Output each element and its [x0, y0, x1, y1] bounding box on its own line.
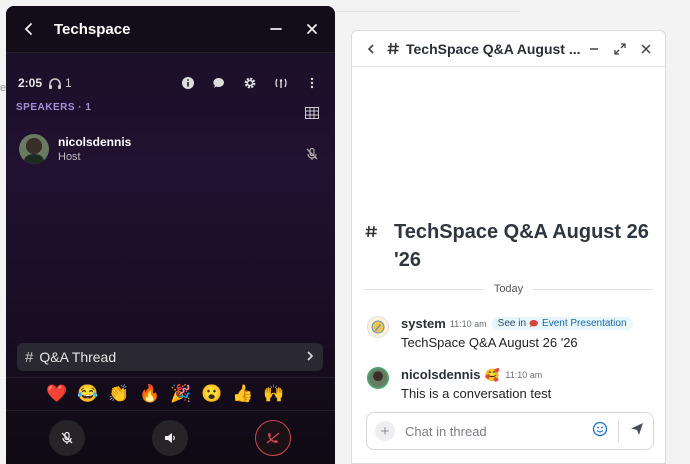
close-icon[interactable]	[633, 36, 659, 62]
qa-thread-button[interactable]: # Q&A Thread	[17, 343, 323, 371]
broadcast-icon[interactable]	[270, 72, 292, 94]
thread-panel: TechSpace Q&A August ... TechSpace Q&A A…	[351, 30, 666, 464]
thread-composer: + Chat in thread	[366, 412, 654, 450]
space-title: Techspace	[54, 20, 131, 38]
see-in-badge[interactable]: See in Event Presentation	[491, 317, 633, 330]
chat-icon[interactable]	[208, 72, 230, 94]
volume-icon	[165, 433, 175, 443]
mute-mic-button[interactable]	[49, 420, 85, 456]
chat-bubble-icon	[529, 319, 538, 327]
back-icon[interactable]	[358, 36, 384, 62]
thread-intro: TechSpace Q&A August 26 '26	[365, 218, 664, 274]
settings-gear-icon[interactable]	[239, 72, 261, 94]
muted-mic-icon	[61, 431, 73, 444]
message-item: system 11:10 am See in Event Presentatio…	[367, 316, 633, 350]
add-attachment-button[interactable]: +	[375, 421, 395, 441]
muted-mic-icon	[301, 143, 323, 165]
reaction-raised-hands[interactable]: 🙌	[263, 384, 285, 404]
reaction-bar: ❤️ 😂 👏 🔥 🎉 😮 👍 🙌	[46, 384, 285, 404]
channel-hash-icon	[384, 36, 402, 62]
more-options-icon[interactable]	[301, 72, 323, 94]
speaker-role: Host	[58, 151, 81, 163]
send-icon[interactable]	[629, 421, 645, 442]
headphones-icon	[49, 77, 62, 89]
elapsed-time: 2:05	[18, 76, 43, 90]
thread-header: TechSpace Q&A August ...	[352, 31, 665, 67]
date-divider: Today	[352, 283, 665, 295]
event-presentation-link[interactable]: Event Presentation	[542, 318, 627, 329]
reaction-wow[interactable]: 😮	[201, 384, 223, 404]
speaker-volume-button[interactable]	[152, 420, 188, 456]
divider	[6, 377, 335, 378]
see-in-prefix: See in	[497, 318, 527, 329]
listener-count-value: 1	[65, 76, 72, 90]
chevron-right-icon	[305, 349, 315, 365]
listener-count: 1	[48, 76, 72, 90]
leave-call-button[interactable]	[255, 420, 291, 456]
speaker-name: nicolsdennis	[58, 135, 132, 149]
divider	[618, 420, 619, 442]
info-icon[interactable]	[177, 72, 199, 94]
message-time: 11:10 am	[505, 369, 543, 380]
back-icon[interactable]	[18, 18, 40, 40]
speakers-label: SPEAKERS · 1	[16, 102, 92, 113]
status-emoji: 🥰	[484, 367, 500, 382]
reaction-laugh[interactable]: 😂	[77, 384, 99, 404]
reaction-heart[interactable]: ❤️	[46, 384, 68, 404]
close-icon[interactable]	[301, 18, 323, 40]
message-item: nicolsdennis 🥰 11:10 am This is a conver…	[367, 367, 551, 401]
hash-icon: #	[25, 348, 34, 366]
minimize-icon[interactable]	[265, 18, 287, 40]
thread-header-title: TechSpace Q&A August ...	[406, 40, 581, 57]
message-text: This is a conversation test	[401, 386, 552, 401]
speaker-row[interactable]: nicolsdennis Host	[19, 134, 131, 164]
minimize-icon[interactable]	[581, 36, 607, 62]
system-avatar	[367, 316, 389, 338]
emoji-picker-icon[interactable]	[592, 421, 608, 442]
thread-label: Q&A Thread	[39, 349, 117, 365]
background-divider	[336, 11, 520, 12]
avatar	[19, 134, 49, 164]
space-status-row: 2:05 1	[18, 72, 323, 94]
reaction-thumbsup[interactable]: 👍	[232, 384, 254, 404]
divider	[6, 410, 335, 411]
message-input[interactable]: Chat in thread	[405, 424, 592, 439]
message-text: TechSpace Q&A August 26 '26	[401, 335, 578, 350]
grid-view-icon[interactable]	[301, 102, 323, 124]
reaction-clap[interactable]: 👏	[108, 384, 130, 404]
space-topbar: Techspace	[6, 6, 335, 53]
channel-hash-icon	[365, 225, 378, 274]
reaction-fire[interactable]: 🔥	[139, 384, 161, 404]
avatar[interactable]	[367, 367, 389, 389]
message-author[interactable]: nicolsdennis	[401, 367, 480, 382]
hang-up-icon	[266, 432, 280, 444]
reaction-party[interactable]: 🎉	[170, 384, 192, 404]
message-time: 11:10 am	[449, 318, 487, 329]
space-panel: Techspace 2:05 1 SPEAKERS · 1 nicolsdenn…	[6, 6, 335, 464]
message-author[interactable]: system	[401, 316, 446, 331]
thread-title: TechSpace Q&A August 26 '26	[394, 221, 649, 271]
expand-icon[interactable]	[607, 36, 633, 62]
